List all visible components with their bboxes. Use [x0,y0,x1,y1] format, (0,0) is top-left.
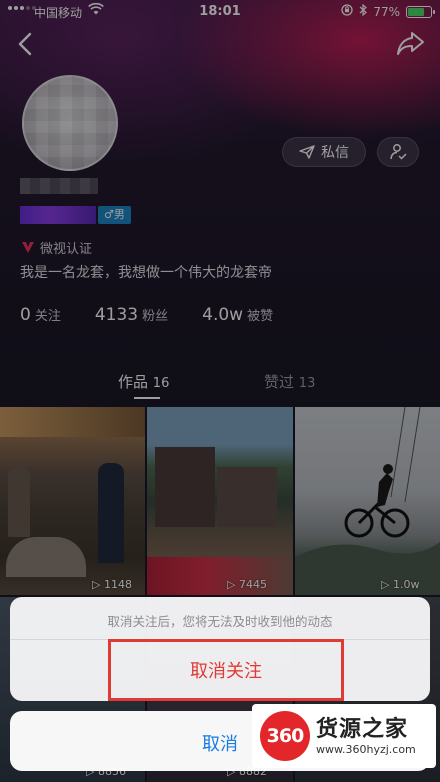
watermark-logo: 360 [260,711,310,761]
watermark: 360 货源之家 www.360hyzj.com [252,704,436,768]
confirm-unfollow-button[interactable]: 取消关注 [108,639,344,701]
unfollow-warning-text: 取消关注后，您将无法及时收到他的动态 [107,614,333,629]
unfollow-action-sheet: 取消关注后，您将无法及时收到他的动态 取消关注 [10,597,430,701]
watermark-url: www.360hyzj.com [316,742,416,756]
watermark-site-name: 货源之家 [316,716,409,742]
